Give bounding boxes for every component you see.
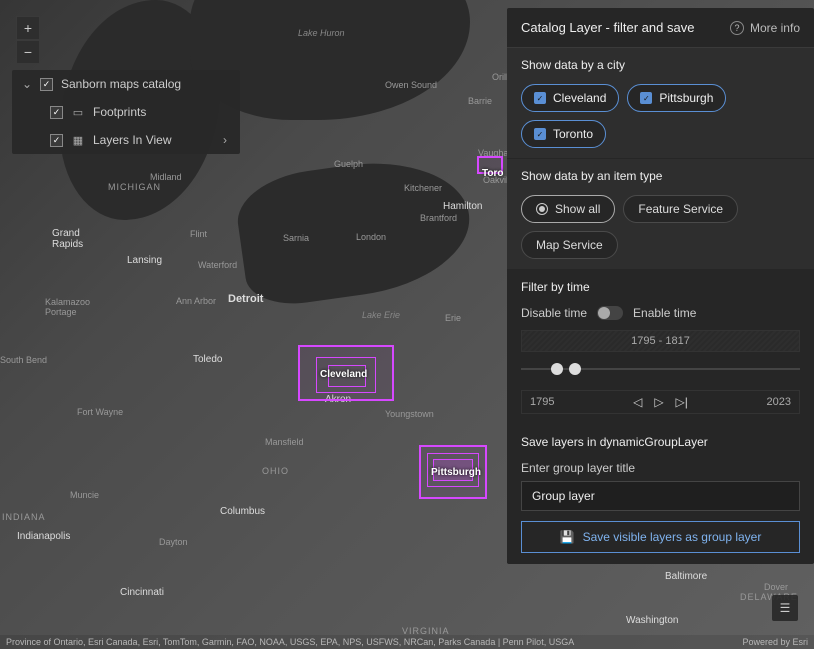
- section-title: Save layers in dynamicGroupLayer: [521, 435, 800, 449]
- legend-icon: ☰: [780, 601, 791, 615]
- attribution-text: Province of Ontario, Esri Canada, Esri, …: [6, 637, 574, 647]
- time-end-label: 2023: [767, 396, 791, 408]
- lake-label: Lake Huron: [298, 28, 345, 38]
- state-label: INDIANA: [2, 512, 46, 522]
- city-label: Brantford: [420, 213, 457, 223]
- layer-checkbox[interactable]: [50, 134, 63, 147]
- city-label: Waterford: [198, 260, 237, 270]
- city-label: South Bend: [0, 355, 47, 365]
- type-pill-feature[interactable]: Feature Service: [623, 195, 738, 223]
- more-info-link[interactable]: ? More info: [730, 21, 800, 35]
- city-label: Mansfield: [265, 437, 304, 447]
- city-label: Youngstown: [385, 409, 434, 419]
- city-label: Kalamazoo Portage: [45, 298, 100, 318]
- city-label: Midland: [150, 172, 182, 182]
- city-label: Columbus: [220, 506, 265, 517]
- footprints-icon: ▭: [71, 105, 85, 119]
- city-label: Lansing: [127, 255, 162, 266]
- city-chip-cleveland[interactable]: Cleveland: [521, 84, 619, 112]
- zoom-controls: + −: [16, 16, 40, 64]
- city-label: Dover: [764, 582, 788, 592]
- time-range-display: 1795 - 1817: [521, 330, 800, 352]
- city-label: Fort Wayne: [77, 407, 123, 417]
- layer-list-panel: ⌄ Sanborn maps catalog ▭ Footprints ▦ La…: [12, 70, 240, 154]
- section-title: Show data by an item type: [521, 169, 800, 183]
- city-label: Flint: [190, 229, 207, 239]
- group-title-input[interactable]: [521, 481, 800, 511]
- layer-inview-row[interactable]: ▦ Layers In View ›: [12, 126, 240, 154]
- city-label: Kitchener: [404, 183, 442, 193]
- city-label: Hamilton: [443, 201, 482, 212]
- next-button[interactable]: ▷|: [676, 395, 688, 409]
- section-title: Show data by a city: [521, 58, 800, 72]
- play-button[interactable]: ▷: [654, 395, 663, 409]
- state-label: MICHIGAN: [108, 182, 161, 192]
- save-icon: 💾: [560, 530, 575, 544]
- save-layers-button[interactable]: 💾 Save visible layers as group layer: [521, 521, 800, 553]
- disable-time-label: Disable time: [521, 306, 587, 320]
- time-start-label: 1795: [530, 396, 554, 408]
- enable-time-label: Enable time: [633, 306, 696, 320]
- radio-icon: [536, 203, 548, 215]
- type-pill-all[interactable]: Show all: [521, 195, 615, 223]
- help-icon: ?: [730, 21, 744, 35]
- city-label: Owen Sound: [385, 80, 437, 90]
- checkbox-icon: [534, 92, 546, 104]
- panel-title: Catalog Layer - filter and save: [521, 20, 694, 35]
- city-label: Grand Rapids: [52, 228, 87, 250]
- city-chip-toronto[interactable]: Toronto: [521, 120, 606, 148]
- city-label: Detroit: [228, 293, 263, 305]
- layer-checkbox[interactable]: [40, 78, 53, 91]
- more-info-label: More info: [750, 21, 800, 35]
- city-label: Guelph: [334, 159, 363, 169]
- powered-by: Powered by Esri: [742, 637, 808, 647]
- legend-button[interactable]: ☰: [772, 595, 798, 621]
- layer-label: Layers In View: [93, 133, 218, 147]
- city-label: London: [356, 232, 386, 242]
- city-label: Washington: [626, 615, 678, 626]
- time-toggle[interactable]: [597, 306, 623, 320]
- footprint-toronto[interactable]: Toro: [477, 156, 503, 174]
- prev-button[interactable]: ◁: [633, 395, 642, 409]
- filter-panel: Catalog Layer - filter and save ? More i…: [507, 8, 814, 564]
- layers-icon: ▦: [71, 133, 85, 147]
- layer-label: Sanborn maps catalog: [61, 77, 232, 91]
- city-label: Erie: [445, 313, 461, 323]
- city-label: Sarnia: [283, 233, 309, 243]
- type-pill-map[interactable]: Map Service: [521, 231, 618, 259]
- zoom-out-button[interactable]: −: [16, 40, 40, 64]
- state-label: OHIO: [262, 466, 289, 476]
- city-label: Ann Arbor: [176, 296, 216, 306]
- lake-label: Lake Erie: [362, 310, 400, 320]
- section-title: Filter by time: [521, 280, 800, 294]
- layer-root-row[interactable]: ⌄ Sanborn maps catalog: [12, 70, 240, 98]
- layer-checkbox[interactable]: [50, 106, 63, 119]
- city-chip-pittsburgh[interactable]: Pittsburgh: [627, 84, 726, 112]
- city-label: Baltimore: [665, 571, 707, 582]
- layer-footprints-row[interactable]: ▭ Footprints: [12, 98, 240, 126]
- city-label: Toledo: [193, 354, 222, 365]
- city-label: Muncie: [70, 490, 99, 500]
- layer-label: Footprints: [93, 105, 232, 119]
- slider-thumb-end[interactable]: [569, 363, 581, 375]
- city-label: Indianapolis: [17, 531, 70, 542]
- footprint-pittsburgh[interactable]: Pittsburgh: [419, 445, 487, 499]
- footprint-cleveland[interactable]: Cleveland: [298, 345, 394, 401]
- chevron-right-icon: ›: [218, 133, 232, 147]
- city-label: Dayton: [159, 537, 188, 547]
- input-label: Enter group layer title: [521, 461, 800, 475]
- slider-thumb-start[interactable]: [551, 363, 563, 375]
- time-slider[interactable]: [521, 360, 800, 378]
- city-label: Cincinnati: [120, 587, 164, 598]
- checkbox-icon: [640, 92, 652, 104]
- city-label: Barrie: [468, 96, 492, 106]
- zoom-in-button[interactable]: +: [16, 16, 40, 40]
- save-button-label: Save visible layers as group layer: [583, 530, 762, 544]
- chevron-down-icon: ⌄: [20, 77, 34, 91]
- checkbox-icon: [534, 128, 546, 140]
